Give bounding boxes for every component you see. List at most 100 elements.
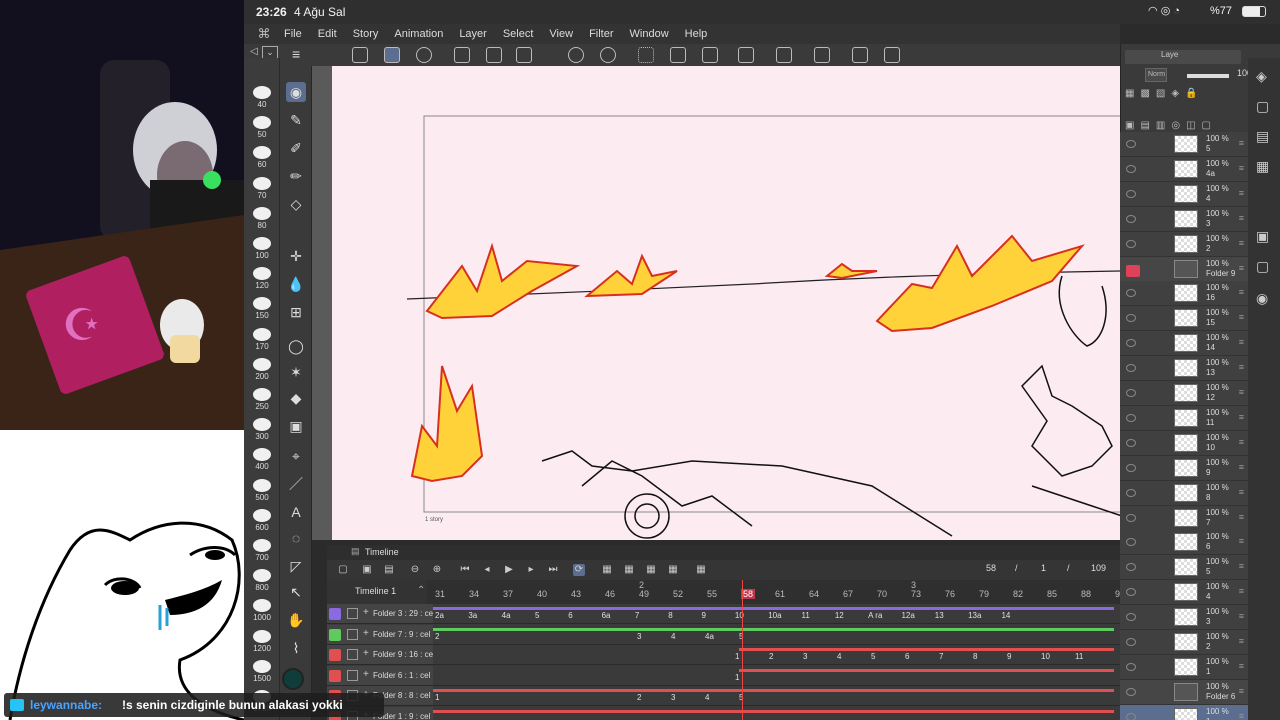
layer-visibility-icon[interactable] <box>1126 538 1136 547</box>
grid-icon[interactable] <box>884 47 900 63</box>
cel-label[interactable]: 2 <box>769 652 773 661</box>
drag-handle-icon[interactable]: ≡ <box>1239 138 1244 148</box>
timeline-cells[interactable]: 12345 <box>433 686 1120 706</box>
drag-handle-icon[interactable]: ≡ <box>1239 512 1244 522</box>
visibility-eye-icon[interactable] <box>329 669 341 682</box>
cel-spec-icon[interactable]: ▦ <box>601 564 613 576</box>
sub-view-icon[interactable]: ▢ <box>1256 258 1269 275</box>
layer-visibility-icon[interactable] <box>1126 289 1136 298</box>
layer-row[interactable]: 100 % 13 ≡ <box>1120 356 1248 382</box>
layer-visibility-icon[interactable] <box>1126 712 1136 720</box>
brush-size-400[interactable]: 400 <box>244 448 280 471</box>
playhead[interactable] <box>742 580 743 720</box>
eyedropper-tool-icon[interactable]: ⌖ <box>286 446 306 466</box>
layer-visibility-icon[interactable] <box>1126 314 1136 323</box>
visibility-eye-icon[interactable] <box>329 628 341 641</box>
layer-visibility-icon[interactable] <box>1126 463 1136 472</box>
drag-handle-icon[interactable]: ≡ <box>1239 287 1244 297</box>
cel-label[interactable]: 9 <box>702 611 706 620</box>
timeline-cells[interactable]: 2a 3a 4a 5 6 6a 7 8 9 10 10a 11 12 A ra 12a 13 13a 14 <box>433 604 1120 624</box>
cel-label[interactable]: 2a <box>435 611 444 620</box>
navigator-tool-icon[interactable]: ◉ <box>286 82 306 102</box>
cel-label[interactable]: 9 <box>1007 652 1011 661</box>
layer-visibility-icon[interactable] <box>1126 662 1136 671</box>
info-icon[interactable]: ◉ <box>1256 290 1268 307</box>
drag-handle-icon[interactable]: ≡ <box>1239 238 1244 248</box>
gradient-tool-icon[interactable]: ▣ <box>286 416 306 436</box>
brush-size-150[interactable]: 150 <box>244 297 280 320</box>
brush-size-50[interactable]: 50 <box>244 116 280 139</box>
drag-handle-icon[interactable]: ≡ <box>1239 387 1244 397</box>
menu-story[interactable]: Story <box>353 28 379 40</box>
layer-row[interactable]: 100 % 3 ≡ <box>1120 206 1248 232</box>
next-frame-icon[interactable]: ▸ <box>525 564 537 576</box>
drag-handle-icon[interactable]: ≡ <box>1239 337 1244 347</box>
menu-layer[interactable]: Layer <box>459 28 487 40</box>
prev-frame-icon[interactable]: ◂ <box>481 564 493 576</box>
drag-handle-icon[interactable]: ≡ <box>1239 611 1244 621</box>
ruler-frame[interactable]: 46 <box>605 589 615 599</box>
line-tool-icon[interactable]: ／ <box>286 474 306 494</box>
hand-tool-icon[interactable]: ✋ <box>286 610 306 630</box>
expand-icon[interactable]: + <box>363 628 369 639</box>
brush-size-300[interactable]: 300 <box>244 418 280 441</box>
layer-visibility-icon[interactable] <box>1126 214 1136 223</box>
balloon-tool-icon[interactable]: ◌ <box>286 528 306 548</box>
menu-filter[interactable]: Filter <box>589 28 613 40</box>
timeline-cells[interactable]: 1 2 3 4 5 6 7 8 9 10 11 <box>433 645 1120 665</box>
menu-edit[interactable]: Edit <box>318 28 337 40</box>
crop-icon[interactable] <box>702 47 718 63</box>
brush-size-170[interactable]: 170 <box>244 327 280 351</box>
cel-label[interactable]: 6a <box>602 611 611 620</box>
menu-animation[interactable]: Animation <box>394 28 443 40</box>
ruler-frame[interactable]: 31 <box>435 589 445 599</box>
cel-label[interactable]: 8 <box>973 652 977 661</box>
cel-label[interactable]: 3 <box>803 652 807 661</box>
drag-handle-icon[interactable]: ≡ <box>1239 586 1244 596</box>
redo-icon[interactable] <box>600 47 616 63</box>
ruler-frame[interactable]: 34 <box>469 589 479 599</box>
current-frame[interactable]: 58 <box>986 563 996 573</box>
layer-visibility-icon[interactable] <box>1126 264 1140 277</box>
properties-icon[interactable]: ▢ <box>1256 98 1269 115</box>
cel-label[interactable]: 2 <box>637 693 641 702</box>
layer-visibility-icon[interactable] <box>1126 239 1136 248</box>
timeline-cells[interactable]: 2344a5 <box>433 624 1120 645</box>
cel-label[interactable]: 6 <box>905 652 909 661</box>
cel-label[interactable]: 13a <box>968 611 981 620</box>
light-table-icon[interactable]: ▦ <box>695 564 707 576</box>
history-icon[interactable]: ▣ <box>1256 228 1269 245</box>
layer-row[interactable]: 100 % 15 ≡ <box>1120 306 1248 332</box>
play-icon[interactable]: ▶ <box>503 564 515 576</box>
layer-row[interactable]: 100 % 3 ≡ <box>1120 605 1248 631</box>
timeline-row-header[interactable]: + Folder 3 : 29 : cel <box>327 604 435 624</box>
onion-skin-icon[interactable]: ▤ <box>383 564 395 576</box>
drag-handle-icon[interactable]: ≡ <box>1239 462 1244 472</box>
undo-icon[interactable] <box>568 47 584 63</box>
blend-mode-select[interactable]: Norm <box>1145 68 1167 82</box>
move-tool-icon[interactable]: ✛ <box>286 246 306 266</box>
transform-tool-icon[interactable]: ⊞ <box>286 302 306 322</box>
layer-row[interactable]: 100 % 5 ≡ <box>1120 132 1248 157</box>
layer-row[interactable]: 100 % 10 ≡ <box>1120 430 1248 456</box>
cel-label[interactable]: 6 <box>568 611 572 620</box>
layer-row[interactable]: 100 % 4a ≡ <box>1120 156 1248 182</box>
ruler-frame[interactable]: 79 <box>979 589 989 599</box>
drag-handle-icon[interactable]: ≡ <box>1239 263 1244 273</box>
ruler-frame[interactable]: 52 <box>673 589 683 599</box>
ruler-frame[interactable]: 43 <box>571 589 581 599</box>
cel-label[interactable]: 12a <box>901 611 914 620</box>
ruler-frame[interactable]: 37 <box>503 589 513 599</box>
cel-label[interactable]: 4 <box>671 632 675 641</box>
menu-help[interactable]: Help <box>685 28 708 40</box>
brush-size-40[interactable]: 40 <box>244 86 280 109</box>
last-frame-icon[interactable]: ⏭ <box>547 564 559 576</box>
cel-label[interactable]: 8 <box>668 611 672 620</box>
cel-label[interactable]: 5 <box>871 652 875 661</box>
material-icon[interactable]: ▦ <box>1256 158 1269 175</box>
new-folder-icon[interactable]: ▣ <box>361 564 373 576</box>
layer-row[interactable]: 100 % 4 ≡ <box>1120 181 1248 207</box>
cel-label[interactable]: 3a <box>468 611 477 620</box>
navigator-icon[interactable]: ▤ <box>1256 128 1269 145</box>
settings-icon[interactable] <box>852 47 868 63</box>
